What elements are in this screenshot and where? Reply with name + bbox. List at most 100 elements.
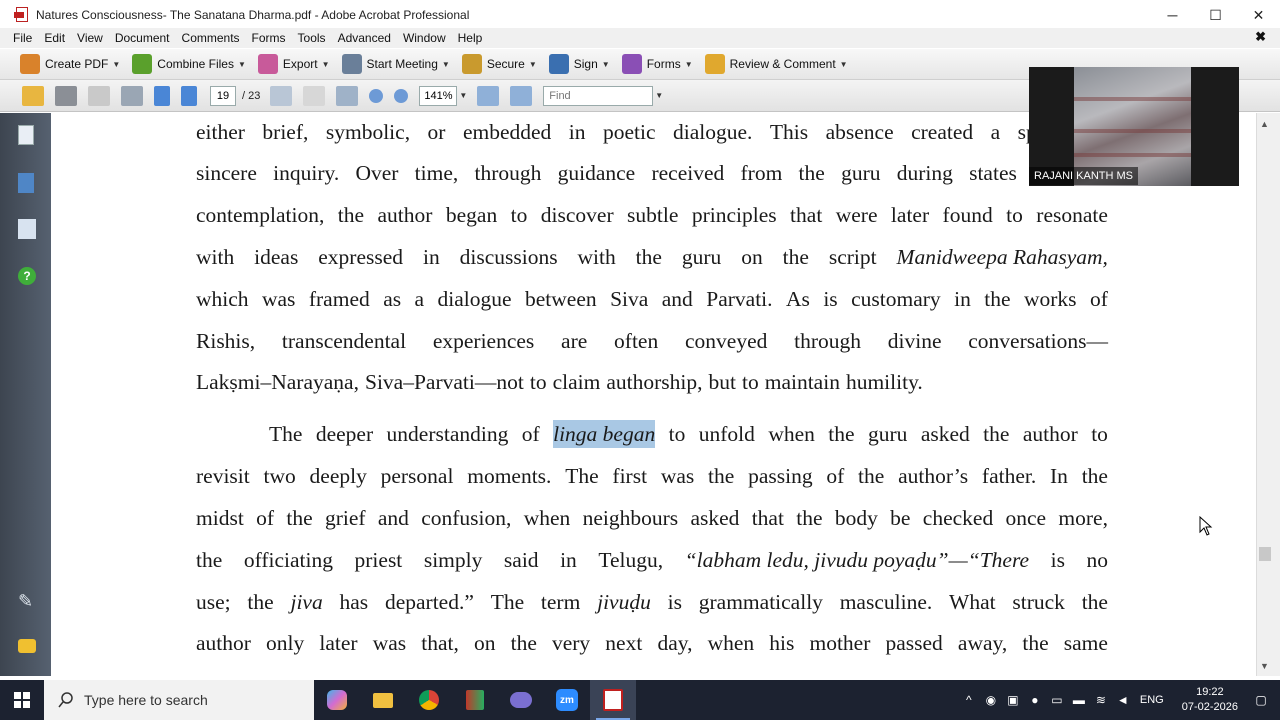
chrome-app[interactable] [406, 680, 452, 720]
record-icon[interactable]: ◉ [980, 693, 1002, 707]
menu-tools[interactable]: Tools [292, 31, 332, 45]
close-document-button[interactable]: ✖ [1255, 29, 1266, 45]
menu-view[interactable]: View [71, 31, 109, 45]
acrobat-app[interactable] [590, 680, 636, 720]
text-line-3: contemplation, the author began to discover su… [196, 203, 1108, 227]
search-icon [58, 692, 73, 708]
help-icon[interactable]: ? [18, 267, 36, 285]
sign-label: Sign [573, 57, 598, 71]
review-comment-label: Review & Comment [729, 57, 836, 71]
zoom-tool-icon[interactable] [336, 85, 359, 106]
email-icon[interactable] [121, 85, 143, 106]
text-line-2: sincere inquiry. Over time, through guidance r… [196, 161, 1108, 185]
fit-page-icon[interactable] [477, 85, 500, 106]
zoom-app[interactable]: zm [544, 680, 590, 720]
find-dropdown-icon[interactable]: ▼ [655, 91, 663, 100]
wifi-icon[interactable]: ≋ [1090, 693, 1112, 707]
text-line-10: midst of the grief and confusion, when neighbou… [196, 506, 1108, 530]
copilot-icon [327, 690, 347, 710]
volume-icon[interactable]: ◄ [1112, 693, 1134, 707]
print-icon[interactable] [55, 85, 77, 106]
app-pinned-5[interactable] [498, 680, 544, 720]
mouse-cursor-icon [1199, 516, 1213, 536]
windows-logo-icon [14, 692, 30, 708]
scroll-up-icon[interactable]: ▲ [1260, 119, 1269, 129]
text-line-5: which was framed as a dialogue between Siva and P… [196, 287, 1108, 311]
pages-panel-icon[interactable] [18, 125, 34, 145]
app-pinned-4[interactable] [452, 680, 498, 720]
comments-panel-icon[interactable] [18, 639, 36, 653]
window-title: Natures Consciousness- The Sanatana Dhar… [36, 8, 470, 22]
menu-window[interactable]: Window [397, 31, 452, 45]
text-line-13: author only later was that, on the very next day,… [196, 631, 1108, 655]
menu-comments[interactable]: Comments [176, 31, 246, 45]
create-pdf-button[interactable]: Create PDF ▼ [20, 54, 120, 74]
start-meeting-button[interactable]: Start Meeting ▼ [341, 54, 450, 74]
selected-text[interactable]: linga began [553, 420, 656, 448]
language-indicator[interactable]: ENG [1140, 694, 1164, 706]
find-input[interactable]: Find [543, 85, 654, 106]
text-line-12: use; the jiva has departed.” The term jivuḍu is g… [196, 590, 1108, 614]
window-right-edge [1273, 113, 1280, 676]
file-explorer-app[interactable] [360, 680, 406, 720]
search-placeholder: Type here to search [84, 692, 208, 708]
clock[interactable]: 19:22 07-02-2026 [1182, 685, 1238, 715]
system-tray: ^ ◉ ▣ ● ▭ ▬ ≋ ◄ ENG 19:22 07-02-2026 ▢ [958, 680, 1280, 720]
secure-button[interactable]: Secure ▼ [461, 54, 537, 74]
text-line-6: Rishis, transcendental experiences are often… [196, 329, 1108, 353]
zoom-dropdown-icon[interactable]: ▼ [459, 91, 467, 100]
scroll-thumb[interactable] [1259, 547, 1271, 561]
notifications-icon[interactable]: ▢ [1250, 693, 1272, 707]
fit-width-icon[interactable] [510, 85, 533, 106]
start-button[interactable] [0, 680, 44, 720]
next-page-icon[interactable] [181, 85, 197, 106]
zoom-in-icon[interactable] [394, 88, 409, 103]
copilot-app[interactable] [314, 680, 360, 720]
display-icon[interactable]: ▭ [1046, 693, 1068, 707]
menu-forms[interactable]: Forms [246, 31, 292, 45]
scroll-down-icon[interactable]: ▼ [1260, 661, 1269, 671]
combine-files-icon [132, 54, 153, 74]
comment-icon [704, 54, 725, 74]
vertical-scrollbar[interactable]: ▲ ▼ [1256, 113, 1273, 676]
page-number-input[interactable]: 19 [210, 85, 236, 106]
hand-tool-icon[interactable] [303, 85, 326, 106]
close-button[interactable]: ✕ [1237, 0, 1280, 30]
select-text-icon[interactable] [270, 85, 293, 106]
menu-file[interactable]: File [7, 31, 38, 45]
review-comment-button[interactable]: Review & Comment ▼ [704, 54, 848, 74]
menu-edit[interactable]: Edit [38, 31, 71, 45]
create-pdf-icon [20, 54, 40, 74]
camera-icon[interactable]: ▣ [1002, 693, 1024, 707]
forms-button[interactable]: Forms ▼ [621, 54, 693, 74]
minimize-button[interactable]: ─ [1151, 0, 1194, 30]
combine-files-label: Combine Files [157, 57, 234, 71]
document-view[interactable]: either brief, symbolic, or embedded in poetic d… [51, 113, 1256, 676]
text-line-9: revisit two deeply personal moments. The first… [196, 464, 1108, 488]
signatures-panel-icon[interactable] [18, 219, 36, 239]
app-red-green-icon [466, 690, 484, 710]
sign-button[interactable]: Sign ▼ [548, 54, 610, 74]
page-total: / 23 [242, 89, 261, 102]
combine-files-button[interactable]: Combine Files ▼ [132, 54, 246, 74]
menu-advanced[interactable]: Advanced [332, 31, 397, 45]
acrobat-icon [603, 689, 623, 711]
maximize-button[interactable]: ☐ [1194, 0, 1237, 30]
zoom-level-input[interactable]: 141% [419, 85, 458, 106]
participant-name: RAJANI KANTH MS [1029, 167, 1139, 185]
menu-help[interactable]: Help [452, 31, 489, 45]
menu-document[interactable]: Document [109, 31, 176, 45]
bookmarks-panel-icon[interactable] [18, 173, 34, 193]
folder-icon [373, 692, 393, 708]
open-folder-icon[interactable] [22, 85, 44, 106]
save-icon[interactable] [88, 85, 110, 106]
video-tile[interactable]: RAJANI KANTH MS [1029, 67, 1239, 186]
attachments-icon[interactable]: ✎ [18, 591, 38, 613]
previous-page-icon[interactable] [154, 85, 170, 106]
battery-icon[interactable]: ▬ [1068, 693, 1090, 707]
taskbar-search[interactable]: Type here to search [44, 680, 314, 720]
show-hidden-icons[interactable]: ^ [958, 693, 980, 707]
export-button[interactable]: Export ▼ [257, 54, 330, 74]
zoom-out-icon[interactable] [369, 88, 384, 103]
microphone-icon[interactable]: ● [1024, 693, 1046, 707]
